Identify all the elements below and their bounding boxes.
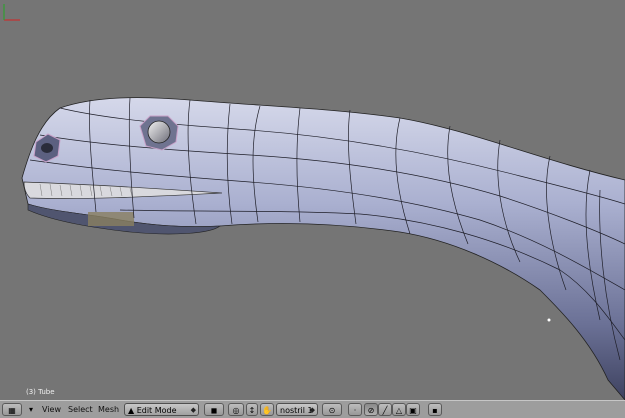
head-neck-surface <box>21 97 625 400</box>
textured-patch <box>88 212 134 226</box>
solid-shading-icon[interactable]: ◼ <box>204 403 224 416</box>
axis-gizmo <box>3 4 20 21</box>
edit-mode-icon: ▲ <box>128 406 135 415</box>
manipulator-icon[interactable]: ↕ <box>246 403 258 416</box>
menu-view[interactable]: View <box>42 403 61 416</box>
chevron-down-icon: ◆ <box>309 406 315 414</box>
grab-hand-icon[interactable]: ✋ <box>260 403 274 416</box>
vertex-select-icon[interactable]: · <box>348 403 362 416</box>
vertex-group-label: nostril 1 <box>280 406 313 415</box>
mode-select[interactable]: ▲ Edit Mode ◆ <box>124 403 199 416</box>
pivot-point-icon[interactable]: ◎ <box>228 403 244 416</box>
3d-view-header: ▦ ▾ View Select Mesh ▲ Edit Mode ◆ ◼ ◎ ↕… <box>0 400 625 418</box>
3d-viewport[interactable]: (3) Tube <box>0 0 625 400</box>
grid-view-icon[interactable]: ▦ <box>2 403 22 416</box>
mode-label: Edit Mode <box>136 406 177 415</box>
object-name-label: (3) Tube <box>26 388 55 396</box>
proportional-edit-icon[interactable]: ⊙ <box>322 403 342 416</box>
face-select-icon[interactable]: ╱ <box>378 403 392 416</box>
menu-mesh[interactable]: Mesh <box>98 403 119 416</box>
menu-select[interactable]: Select <box>68 403 93 416</box>
chevron-down-icon: ◆ <box>190 406 196 414</box>
render-preview-icon[interactable]: ▪ <box>428 403 442 416</box>
vertex-point <box>547 318 551 322</box>
vertex-group-select[interactable]: nostril 1 ◆ <box>276 403 318 416</box>
box-select-icon[interactable]: ▣ <box>406 403 420 416</box>
occlude-icon[interactable]: △ <box>392 403 406 416</box>
dinosaur-head-mesh[interactable] <box>0 0 625 400</box>
triangle-down-icon[interactable]: ▾ <box>26 403 36 416</box>
edge-select-icon[interactable]: ⊘ <box>364 403 378 416</box>
